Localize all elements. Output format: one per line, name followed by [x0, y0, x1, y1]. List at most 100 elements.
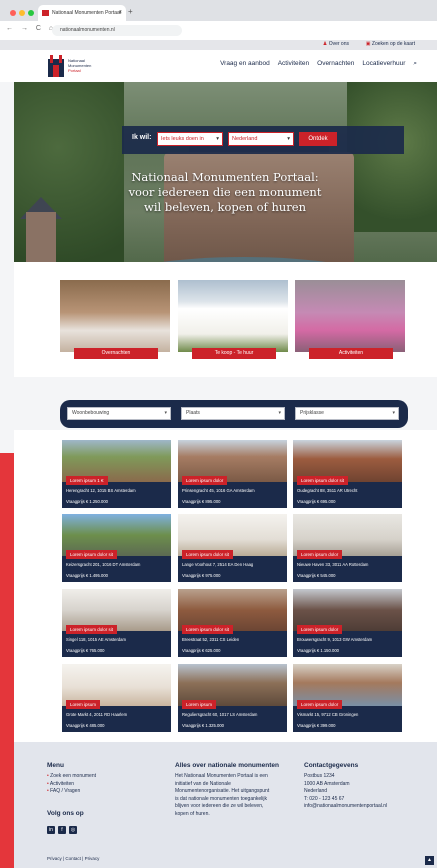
logo-icon[interactable]	[48, 55, 64, 77]
discover-button[interactable]: Ontdek	[299, 132, 337, 146]
listing-card[interactable]: Lorem ipsum dolor sit Breestraat 52, 2311…	[178, 589, 287, 657]
listing-price: Vraagprijs € 1.250.000	[66, 499, 108, 504]
contact-line: Nederland	[304, 788, 328, 794]
listing-badge: Lorem ipsum dolor sit	[182, 625, 234, 634]
category-card-activiteiten[interactable]: Activiteiten	[295, 280, 405, 359]
listing-badge: Lorem ipsum dolor sit	[66, 625, 118, 634]
listing-badge: Lorem ipsum 1 €	[66, 476, 108, 485]
footer-copyright[interactable]: Privacy | Contact | Privacy	[47, 856, 99, 861]
region-select[interactable]: Nederland ▾	[228, 132, 294, 146]
listing-badge: Lorem ipsum dolor	[297, 700, 343, 709]
listing-address: Breestraat 52, 2311 CS Leiden	[182, 637, 240, 642]
listing-card[interactable]: Lorem ipsum dolor sit Keizersgracht 201, …	[62, 514, 171, 582]
listing-address: Singel 118, 1015 AE Amsterdam	[66, 637, 126, 642]
footer-contact-text: Postbus 1234 1000 AB Amsterdam Nederland…	[304, 773, 387, 811]
hero-title: Nationaal Monumenten Portaal: voor ieder…	[110, 170, 340, 215]
chevron-down-icon: ▾	[278, 410, 281, 416]
hero-search-box: Ik wil: Iets leuks doen in ▾ Nederland ▾ O…	[122, 126, 404, 154]
footer-menu-item[interactable]: Zoek een monument	[47, 773, 96, 781]
url-input[interactable]: nationaalmonumenten.nl	[52, 25, 182, 36]
listing-price: Vraagprijs € 975.000	[182, 573, 221, 578]
listing-price: Vraagprijs € 625.000	[182, 648, 221, 653]
chevron-down-icon: ▾	[216, 136, 219, 142]
about-link[interactable]: ♟ Over ons	[323, 41, 349, 47]
side-accent-bar	[0, 453, 14, 868]
listing-card[interactable]: Lorem ipsum dolor Prinsengracht 45, 1016 …	[178, 440, 287, 508]
activity-select-value: Iets leuks doen in	[161, 136, 204, 142]
category-section: Overnachten Te koop - Te huur Activiteit…	[14, 262, 437, 377]
category-label[interactable]: Activiteiten	[309, 348, 393, 359]
favicon-icon	[42, 10, 49, 16]
listing-price: Vraagprijs € 895.000	[182, 499, 221, 504]
activity-select[interactable]: Iets leuks doen in ▾	[157, 132, 223, 146]
new-tab-icon[interactable]: +	[128, 7, 133, 16]
region-select-value: Nederland	[232, 136, 258, 142]
browser-nav-icons[interactable]: ← → C ⌂	[6, 25, 56, 32]
footer-menu-title: Menu	[47, 762, 64, 769]
listing-card[interactable]: Lorem ipsum dolor Vismarkt 15, 9712 CB Gr…	[293, 664, 402, 732]
nav-item-vraag-aanbod[interactable]: Vraag en aanbod	[220, 60, 270, 68]
type-filter-select[interactable]: Woonbebouwing ▾	[67, 407, 171, 420]
contact-line[interactable]: T: 020 - 123 45 67	[304, 796, 387, 804]
listing-card[interactable]: Lorem ipsum dolor sit Oudegracht 88, 3511…	[293, 440, 402, 508]
listing-filter-bar: Woonbebouwing ▾ Plaats ▾ Prijsklasse ▾	[60, 400, 408, 428]
category-card-te-koop[interactable]: Te koop - Te huur	[178, 280, 288, 359]
footer-about-text: Het Nationaal Monumenten Portaal is een …	[175, 773, 269, 818]
listing-price: Vraagprijs € 1.325.000	[182, 723, 224, 728]
hero-title-line-2: voor iedereen die een monument	[128, 185, 322, 199]
search-icon[interactable]: ⌕	[413, 60, 417, 68]
listing-address: Reguliersgracht 60, 1017 LS Amsterdam	[182, 712, 258, 717]
listing-badge: Lorem ipsum dolor	[297, 625, 343, 634]
listing-card[interactable]: Lorem ipsum dolor sit Singel 118, 1015 AE…	[62, 589, 171, 657]
social-links: in f ◎	[47, 826, 77, 834]
listing-price: Vraagprijs € 695.000	[297, 499, 336, 504]
listing-card[interactable]: Lorem ipsum 1 € Herengracht 12, 1015 BS A…	[62, 440, 171, 508]
linkedin-icon[interactable]: in	[47, 826, 55, 834]
nav-item-locatieverhuur[interactable]: Locatieverhuur	[362, 60, 405, 68]
nav-item-overnachten[interactable]: Overnachten	[317, 60, 354, 68]
footer-menu-item[interactable]: FAQ / Vragen	[47, 788, 96, 796]
hero-title-line-3: wil beleven, kopen of huren	[143, 200, 306, 214]
minimize-window-dot[interactable]	[19, 10, 25, 16]
close-window-dot[interactable]	[10, 10, 16, 16]
place-filter-value: Plaats	[186, 410, 200, 416]
listing-card[interactable]: Lorem ipsum dolor sit Lange Voorhout 7, 2…	[178, 514, 287, 582]
category-image	[295, 280, 405, 352]
hero-trees-right	[347, 82, 437, 232]
listing-card[interactable]: Lorem ipsum dolor Nieuwe Haven 33, 3011 A…	[293, 514, 402, 582]
listing-badge: Lorem ipsum dolor sit	[297, 476, 349, 485]
window-controls	[10, 10, 34, 16]
about-line: initiatief van de Nationale	[175, 780, 231, 787]
address-bar-row: ← → C ⌂ nationaalmonumenten.nl	[0, 21, 437, 40]
contact-email-link[interactable]: info@nationaalmonumentenportaal.nl	[304, 803, 387, 811]
about-line: is dat nationale monumenten toegankelijk	[175, 795, 268, 802]
listing-address: Prinsengracht 45, 1016 GA Amsterdam	[182, 488, 255, 493]
listing-card[interactable]: Lorem ipsum Grote Markt 4, 2011 RD Haarle…	[62, 664, 171, 732]
listing-price: Vraagprijs € 1.150.000	[297, 648, 339, 653]
listing-card[interactable]: Lorem ipsum dolor Brouwersgracht 9, 1013 …	[293, 589, 402, 657]
listing-badge: Lorem ipsum dolor	[297, 550, 343, 559]
listing-card[interactable]: Lorem ipsum Reguliersgracht 60, 1017 LS A…	[178, 664, 287, 732]
facebook-icon[interactable]: f	[58, 826, 66, 834]
maximize-window-dot[interactable]	[28, 10, 34, 16]
listing-address: Lange Voorhout 7, 2514 EA Den Haag	[182, 562, 254, 567]
main-nav: Vraag en aanbod Activiteiten Overnachten…	[220, 60, 417, 68]
map-search-link[interactable]: ▣ Zoeken op de kaart	[366, 41, 415, 47]
close-tab-icon[interactable]: ×	[118, 5, 122, 21]
listing-badge: Lorem ipsum dolor sit	[66, 550, 118, 559]
category-card-overnachten[interactable]: Overnachten	[60, 280, 170, 359]
listing-badge: Lorem ipsum	[182, 700, 217, 709]
listing-address: Keizersgracht 201, 1016 DT Amsterdam	[66, 562, 141, 567]
place-filter-select[interactable]: Plaats ▾	[181, 407, 285, 420]
category-image	[60, 280, 170, 352]
browser-tab[interactable]: Nationaal Monumenten Portaal ×	[38, 5, 126, 21]
back-to-top-button[interactable]: ▲	[425, 856, 434, 865]
price-filter-select[interactable]: Prijsklasse ▾	[295, 407, 399, 420]
instagram-icon[interactable]: ◎	[69, 826, 77, 834]
category-label[interactable]: Te koop - Te huur	[192, 348, 276, 359]
about-line: Het Nationaal Monumenten Portaal is een	[175, 773, 268, 779]
category-label[interactable]: Overnachten	[74, 348, 158, 359]
nav-item-activiteiten[interactable]: Activiteiten	[278, 60, 309, 68]
footer-menu-item[interactable]: Activiteiten	[47, 781, 96, 789]
listing-address: Vismarkt 15, 9712 CB Groningen	[297, 712, 359, 717]
